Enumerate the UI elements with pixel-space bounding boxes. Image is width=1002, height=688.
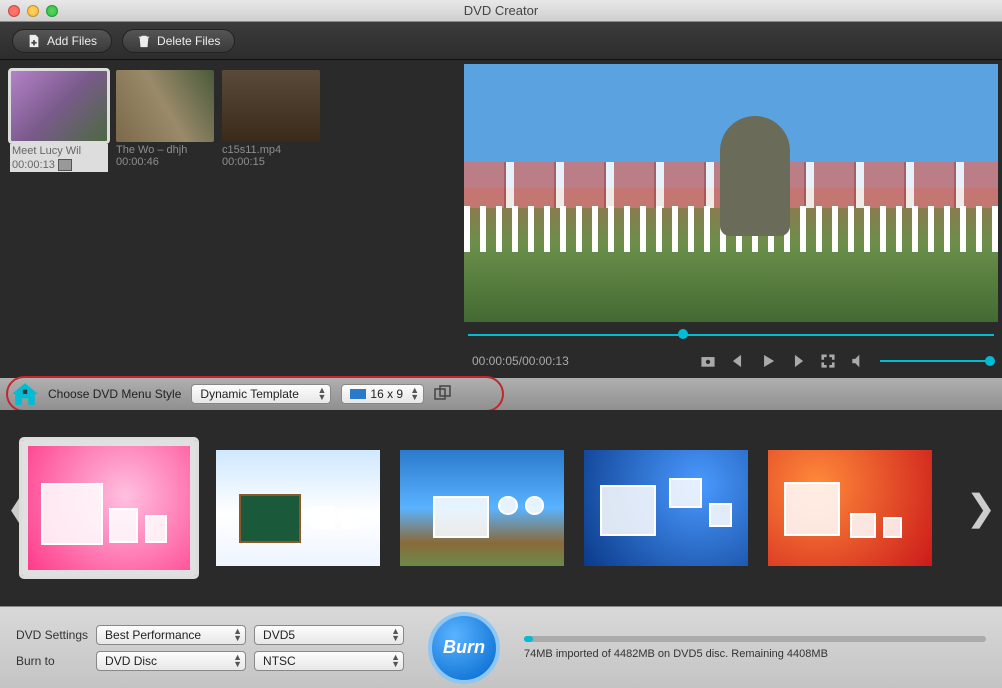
window-title: DVD Creator	[0, 3, 1002, 18]
toolbar: Add Files Delete Files	[0, 22, 1002, 60]
preview-pane: 00:00:05/00:00:13	[460, 60, 1002, 378]
performance-select[interactable]: Best Performance▲▼	[96, 625, 246, 645]
play-icon[interactable]	[760, 353, 776, 369]
clip-duration: 00:00:13	[10, 158, 108, 172]
template-thumb[interactable]	[584, 450, 748, 566]
bottom-bar: DVD Settings Best Performance▲▼ DVD5▲▼ B…	[0, 606, 1002, 688]
player-controls: 00:00:05/00:00:13	[460, 344, 1002, 378]
fullscreen-icon[interactable]	[820, 353, 836, 369]
template-carousel: ❮ ❯	[0, 410, 1002, 606]
chevron-updown-icon: ▲▼	[233, 628, 242, 642]
clip-item[interactable]: c15s11.mp4 00:00:15	[222, 70, 320, 168]
trash-icon	[137, 34, 151, 48]
delete-files-label: Delete Files	[157, 34, 220, 48]
mute-icon[interactable]	[850, 353, 866, 369]
template-thumb[interactable]	[216, 450, 380, 566]
home-icon[interactable]	[12, 383, 38, 405]
titlebar: DVD Creator	[0, 0, 1002, 22]
clip-thumbnail	[222, 70, 320, 142]
clip-duration: 00:00:46	[116, 156, 214, 168]
clip-name: Meet Lucy Wil	[10, 144, 108, 158]
burn-target-select[interactable]: DVD Disc▲▼	[96, 651, 246, 671]
clip-duration: 00:00:15	[222, 156, 320, 168]
chevron-updown-icon: ▲▼	[391, 654, 400, 668]
chevron-updown-icon: ▲▼	[410, 387, 419, 401]
delete-files-button[interactable]: Delete Files	[122, 29, 235, 53]
template-thumb[interactable]	[22, 440, 196, 576]
snapshot-icon[interactable]	[700, 353, 716, 369]
burn-to-label: Burn to	[16, 654, 88, 668]
dvd-settings-label: DVD Settings	[16, 628, 88, 642]
expand-icon[interactable]	[434, 385, 452, 403]
template-thumb[interactable]	[400, 450, 564, 566]
disc-type-select[interactable]: DVD5▲▼	[254, 625, 404, 645]
export-icon[interactable]	[58, 159, 72, 171]
template-thumb[interactable]	[768, 450, 932, 566]
burn-button[interactable]: Burn	[428, 612, 500, 684]
add-files-label: Add Files	[47, 34, 97, 48]
aspect-select[interactable]: 16 x 9 ▲▼	[341, 384, 424, 404]
screen-icon	[350, 389, 366, 399]
template-select[interactable]: Dynamic Template ▲▼	[191, 384, 331, 404]
video-preview[interactable]	[464, 64, 998, 322]
file-list: Meet Lucy Wil 00:00:13 The Wo – dhjh 00:…	[0, 60, 460, 378]
clip-thumbnail	[10, 70, 108, 142]
next-frame-icon[interactable]	[790, 353, 806, 369]
menu-style-label: Choose DVD Menu Style	[48, 387, 181, 401]
scrubber[interactable]	[468, 326, 994, 344]
chevron-updown-icon: ▲▼	[391, 628, 400, 642]
clip-item[interactable]: Meet Lucy Wil 00:00:13	[10, 70, 108, 172]
add-files-button[interactable]: Add Files	[12, 29, 112, 53]
time-display: 00:00:05/00:00:13	[472, 354, 569, 368]
clip-name: c15s11.mp4	[222, 144, 320, 156]
capacity-status: 74MB imported of 4482MB on DVD5 disc. Re…	[524, 648, 986, 660]
carousel-next-icon[interactable]: ❯	[966, 487, 996, 529]
capacity-bar	[524, 636, 986, 642]
tv-standard-select[interactable]: NTSC▲▼	[254, 651, 404, 671]
clip-thumbnail	[116, 70, 214, 142]
chevron-updown-icon: ▲▼	[317, 387, 326, 401]
clip-name: The Wo – dhjh	[116, 144, 214, 156]
prev-frame-icon[interactable]	[730, 353, 746, 369]
menu-style-bar: Choose DVD Menu Style Dynamic Template ▲…	[0, 378, 1002, 410]
clip-item[interactable]: The Wo – dhjh 00:00:46	[116, 70, 214, 168]
volume-slider[interactable]	[880, 360, 990, 362]
add-files-icon	[27, 34, 41, 48]
chevron-updown-icon: ▲▼	[233, 654, 242, 668]
